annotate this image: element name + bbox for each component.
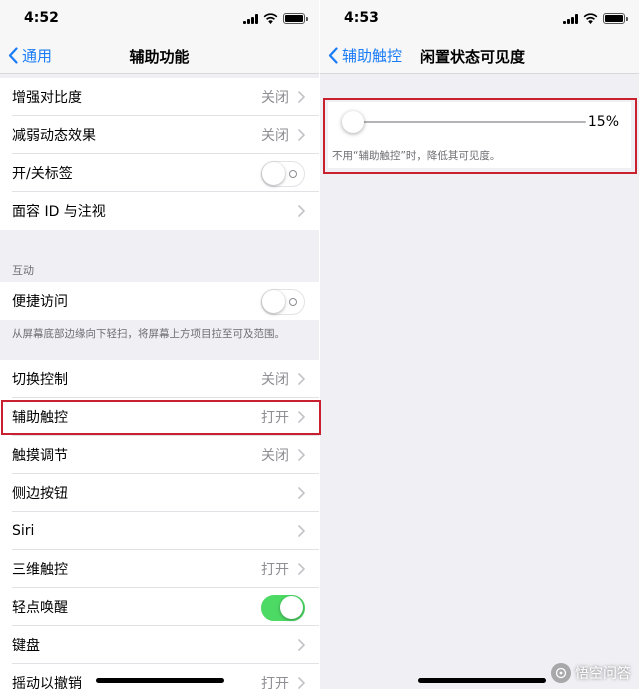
section-header-interaction: 互动 xyxy=(12,264,34,277)
settings-row[interactable]: 减弱动态效果 关闭 xyxy=(0,116,319,154)
status-icons xyxy=(563,13,628,24)
toggle-off-ring-icon xyxy=(289,298,297,306)
chevron-right-icon xyxy=(298,449,305,461)
settings-row[interactable]: 轻点唤醒 xyxy=(0,588,319,626)
row-label: 侧边按钮 xyxy=(12,486,68,502)
toggle-knob xyxy=(262,290,285,313)
settings-row[interactable]: 键盘 xyxy=(0,626,319,664)
row-label: 键盘 xyxy=(12,638,40,654)
settings-row[interactable]: 切换控制 关闭 xyxy=(0,360,319,398)
chevron-right-icon xyxy=(298,373,305,385)
toggle-switch[interactable] xyxy=(261,161,305,187)
watermark: 悟空问答 xyxy=(551,663,631,683)
status-time: 4:53 xyxy=(344,10,379,26)
home-indicator[interactable] xyxy=(96,678,224,683)
home-indicator[interactable] xyxy=(418,678,546,683)
settings-row[interactable]: 增强对比度 关闭 xyxy=(0,78,319,116)
settings-row[interactable]: 摇动以撤销 打开 xyxy=(0,664,319,689)
row-label: 三维触控 xyxy=(12,562,68,578)
settings-row[interactable]: Siri xyxy=(0,512,319,550)
row-value: 打开 xyxy=(261,676,289,689)
wifi-icon xyxy=(583,13,598,24)
row-label: 增强对比度 xyxy=(12,90,82,106)
settings-row[interactable]: 便捷访问 xyxy=(0,282,319,320)
toggle-knob xyxy=(262,162,285,185)
settings-row[interactable]: 开/关标签 xyxy=(0,154,319,192)
row-label: 减弱动态效果 xyxy=(12,128,96,144)
row-label: 轻点唤醒 xyxy=(12,600,68,616)
back-button[interactable]: 辅助触控 xyxy=(328,45,402,66)
chevron-right-icon xyxy=(298,563,305,575)
status-time: 4:52 xyxy=(24,10,59,26)
row-label: 便捷访问 xyxy=(12,294,68,310)
row-value: 打开 xyxy=(261,562,289,578)
chevron-right-icon xyxy=(298,487,305,499)
settings-list: 增强对比度 关闭 减弱动态效果 关闭 开/关标签 面容 ID 与注视 互动 便捷访问 从屏幕底部… xyxy=(0,78,319,689)
navigation-bar: 通用 辅助功能 xyxy=(0,38,319,74)
toggle-switch[interactable] xyxy=(261,595,305,621)
signal-icon xyxy=(243,14,258,24)
chevron-right-icon xyxy=(298,129,305,141)
settings-row[interactable]: 触摸调节 关闭 xyxy=(0,436,319,474)
row-value: 关闭 xyxy=(261,128,289,144)
back-button-label: 辅助触控 xyxy=(342,47,403,65)
toggle-knob xyxy=(280,596,303,619)
row-label: 触摸调节 xyxy=(12,448,68,464)
status-bar: 4:52 xyxy=(0,0,319,38)
highlight-box-assistive-touch xyxy=(1,400,321,435)
chevron-right-icon xyxy=(298,677,305,689)
watermark-text: 悟空问答 xyxy=(575,666,631,682)
settings-row[interactable]: 面容 ID 与注视 xyxy=(0,192,319,230)
chevron-right-icon xyxy=(298,639,305,651)
signal-icon xyxy=(563,14,578,24)
page-title: 辅助功能 xyxy=(129,48,190,66)
battery-icon xyxy=(283,13,308,24)
highlight-box-slider xyxy=(323,98,637,174)
row-label: 摇动以撤销 xyxy=(12,676,82,689)
wifi-icon xyxy=(263,13,278,24)
row-label: 开/关标签 xyxy=(12,166,73,182)
row-label: 面容 ID 与注视 xyxy=(12,204,106,220)
settings-accessibility-screen: 4:52 通用 辅助功能 增强对比度 关闭 减弱动态效果 关闭 开/关标签 面容 ID 与… xyxy=(0,0,319,689)
wukong-logo-icon xyxy=(551,663,571,683)
chevron-right-icon xyxy=(298,91,305,103)
settings-row[interactable]: 侧边按钮 xyxy=(0,474,319,512)
chevron-right-icon xyxy=(298,205,305,217)
row-label: 切换控制 xyxy=(12,372,68,388)
chevron-right-icon xyxy=(298,525,305,537)
navigation-bar: 辅助触控 闲置状态可见度 xyxy=(320,38,639,74)
reachability-footnote: 从屏幕底部边缘向下轻扫，将屏幕上方项目拉至可及范围。 xyxy=(12,328,285,340)
chevron-left-icon xyxy=(328,47,338,64)
toggle-switch[interactable] xyxy=(261,289,305,315)
toggle-off-ring-icon xyxy=(289,170,297,178)
settings-row[interactable]: 三维触控 打开 xyxy=(0,550,319,588)
row-value: 关闭 xyxy=(261,90,289,106)
battery-icon xyxy=(603,13,628,24)
row-value: 关闭 xyxy=(261,448,289,464)
status-bar: 4:53 xyxy=(320,0,639,38)
status-icons xyxy=(243,13,308,24)
page-title: 闲置状态可见度 xyxy=(420,48,526,66)
row-label: Siri xyxy=(12,523,35,539)
row-value: 关闭 xyxy=(261,372,289,388)
